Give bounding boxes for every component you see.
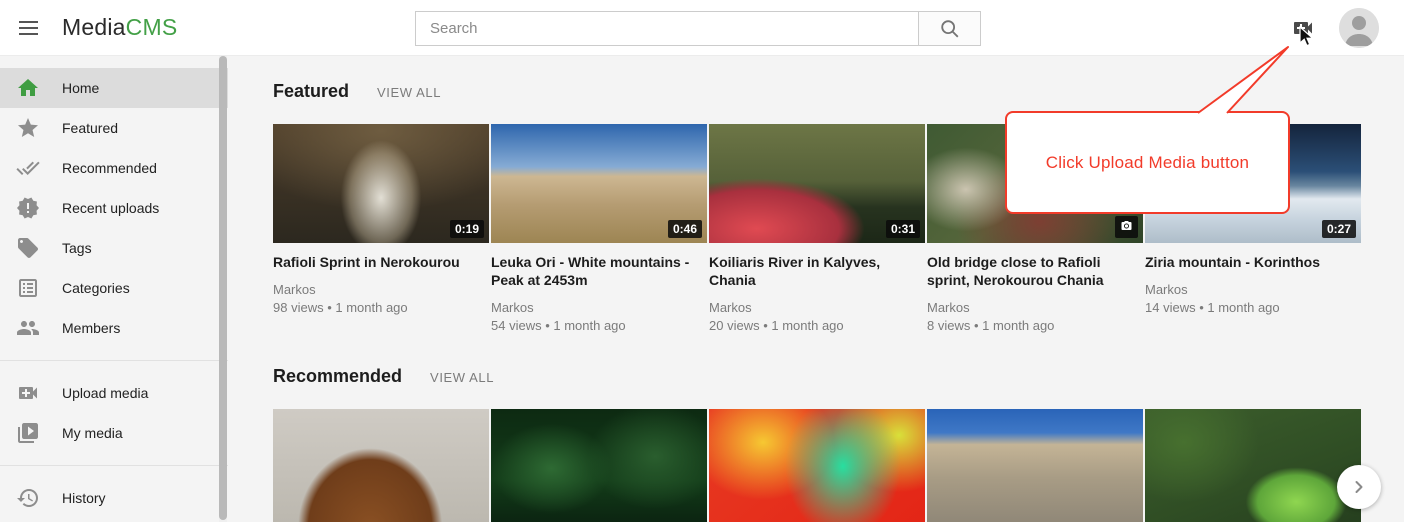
- sidebar-item-categories[interactable]: Categories: [0, 268, 228, 308]
- sidebar-divider: [0, 465, 228, 466]
- home-icon: [16, 76, 40, 100]
- section-title: Featured: [273, 82, 349, 100]
- sidebar-item-featured[interactable]: Featured: [0, 108, 228, 148]
- user-avatar[interactable]: [1339, 8, 1379, 48]
- video-thumbnail[interactable]: 0:19: [273, 124, 489, 243]
- sidebar-item-recommended[interactable]: Recommended: [0, 148, 228, 188]
- view-all-link[interactable]: VIEW ALL: [430, 370, 494, 385]
- video-thumbnail[interactable]: 0:31: [709, 124, 925, 243]
- search-button[interactable]: [918, 11, 981, 46]
- sidebar-item-label: Members: [62, 320, 120, 336]
- media-card[interactable]: [491, 409, 707, 522]
- sidebar-item-label: History: [62, 490, 106, 506]
- sidebar-item-label: My media: [62, 425, 123, 441]
- duration-badge: 0:27: [1322, 220, 1356, 238]
- upload-tooltip: Click Upload Media button: [1005, 111, 1290, 214]
- sidebar-scrollbar[interactable]: [219, 56, 227, 522]
- app-logo[interactable]: MediaCMS: [62, 14, 177, 41]
- sidebar-item-tags[interactable]: Tags: [0, 228, 228, 268]
- star-icon: [16, 116, 40, 140]
- sidebar-item-label: Recommended: [62, 160, 157, 176]
- sidebar-item-upload-media[interactable]: Upload media: [0, 373, 228, 413]
- video-call-icon: [16, 381, 40, 405]
- members-icon: [16, 316, 40, 340]
- video-meta: 98 views • 1 month ago: [273, 300, 489, 316]
- video-meta: 14 views • 1 month ago: [1145, 300, 1361, 316]
- history-icon: [16, 486, 40, 510]
- video-title[interactable]: Leuka Ori - White mountains - Peak at 24…: [491, 253, 707, 289]
- media-card[interactable]: [273, 409, 489, 522]
- duration-badge: 0:19: [450, 220, 484, 238]
- tooltip-text: Click Upload Media button: [1046, 153, 1249, 173]
- sidebar-item-recent-uploads[interactable]: Recent uploads: [0, 188, 228, 228]
- media-card[interactable]: 0:46 Leuka Ori - White mountains - Peak …: [491, 124, 707, 341]
- sidebar-item-label: Featured: [62, 120, 118, 136]
- duration-badge: 0:31: [886, 220, 920, 238]
- sidebar-item-label: Tags: [62, 240, 92, 256]
- mouse-cursor-icon: [1297, 26, 1315, 48]
- sidebar-item-history[interactable]: History: [0, 478, 228, 518]
- sidebar-item-label: Home: [62, 80, 99, 96]
- tag-icon: [16, 236, 40, 260]
- sidebar-item-label: Categories: [62, 280, 130, 296]
- video-author[interactable]: Markos: [491, 300, 707, 316]
- video-meta: 20 views • 1 month ago: [709, 318, 925, 334]
- new-releases-icon: [16, 196, 40, 220]
- logo-text-media: Media: [62, 14, 126, 40]
- sidebar-divider: [0, 360, 228, 361]
- video-thumbnail[interactable]: [927, 409, 1143, 522]
- video-author[interactable]: Markos: [273, 282, 489, 298]
- duration-badge: 0:46: [668, 220, 702, 238]
- chevron-right-icon: [1349, 477, 1369, 497]
- carousel-next-button[interactable]: [1337, 465, 1381, 509]
- search-bar: [415, 11, 981, 46]
- top-bar: MediaCMS: [0, 0, 1404, 56]
- media-card[interactable]: 0:19 Rafioli Sprint in Nerokourou Markos…: [273, 124, 489, 341]
- sidebar: Home Featured Recommended Recent uploads…: [0, 56, 228, 522]
- camera-badge: [1115, 216, 1138, 238]
- menu-icon[interactable]: [16, 17, 40, 39]
- media-card[interactable]: [709, 409, 925, 522]
- video-meta: 8 views • 1 month ago: [927, 318, 1143, 334]
- sidebar-item-home[interactable]: Home: [0, 68, 228, 108]
- section-title: Recommended: [273, 367, 402, 385]
- logo-text-cms: CMS: [126, 14, 178, 40]
- person-icon: [1339, 8, 1379, 48]
- video-thumbnail[interactable]: [491, 409, 707, 522]
- media-card[interactable]: [1145, 409, 1361, 522]
- sidebar-item-members[interactable]: Members: [0, 308, 228, 348]
- video-thumbnail[interactable]: 0:46: [491, 124, 707, 243]
- camera-icon: [1120, 220, 1133, 232]
- sidebar-item-label: Recent uploads: [62, 200, 159, 216]
- video-author[interactable]: Markos: [927, 300, 1143, 316]
- video-thumbnail[interactable]: [1145, 409, 1361, 522]
- view-all-link[interactable]: VIEW ALL: [377, 85, 441, 100]
- done-all-icon: [16, 156, 40, 180]
- media-card[interactable]: 0:31 Koiliaris River in Kalyves, Chania …: [709, 124, 925, 341]
- video-author[interactable]: Markos: [709, 300, 925, 316]
- media-card[interactable]: [927, 409, 1143, 522]
- video-thumbnail[interactable]: [273, 409, 489, 522]
- search-input[interactable]: [415, 11, 918, 46]
- sidebar-item-label: Upload media: [62, 385, 148, 401]
- video-title[interactable]: Old bridge close to Rafioli sprint, Nero…: [927, 253, 1143, 289]
- search-icon: [939, 18, 961, 40]
- video-meta: 54 views • 1 month ago: [491, 318, 707, 334]
- video-title[interactable]: Koiliaris River in Kalyves, Chania: [709, 253, 925, 289]
- sidebar-item-my-media[interactable]: My media: [0, 413, 228, 453]
- video-title[interactable]: Rafioli Sprint in Nerokourou: [273, 253, 489, 271]
- scrollbar-thumb[interactable]: [219, 56, 227, 520]
- categories-icon: [16, 276, 40, 300]
- video-library-icon: [16, 421, 40, 445]
- video-title[interactable]: Ziria mountain - Korinthos: [1145, 253, 1361, 271]
- recommended-section: Recommended VIEW ALL: [273, 367, 1404, 522]
- video-thumbnail[interactable]: [709, 409, 925, 522]
- video-author[interactable]: Markos: [1145, 282, 1361, 298]
